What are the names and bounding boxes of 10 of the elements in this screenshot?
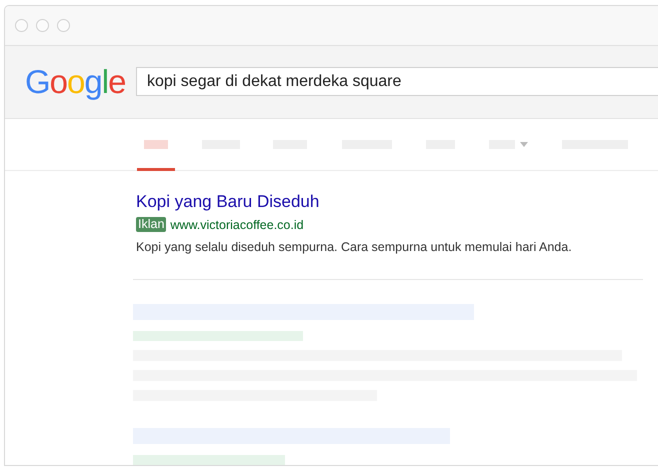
window-control[interactable] (57, 18, 70, 32)
search-field[interactable]: kopi segar di dekat merdeka square (136, 67, 658, 96)
window-control[interactable] (36, 18, 49, 32)
caret-icon (520, 142, 528, 147)
logo: Google (25, 65, 126, 98)
ad-url: www.victoriacoffee.co.id (170, 216, 304, 234)
window-control[interactable] (15, 18, 28, 32)
ad-description: Kopi yang selalu diseduh sempurna. Cara sempurna untuk memulai hari Anda. (136, 239, 573, 256)
ad-title[interactable]: Kopi yang Baru Diseduh (136, 190, 320, 213)
ad-label: Iklan (136, 217, 166, 232)
